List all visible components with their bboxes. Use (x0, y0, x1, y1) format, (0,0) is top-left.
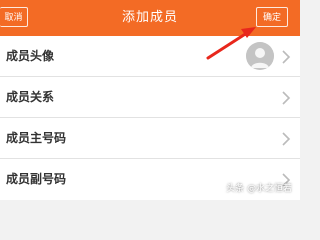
row-label: 成员关系 (6, 90, 55, 104)
row-label: 成员主号码 (6, 131, 67, 145)
avatar (246, 42, 274, 70)
watermark: 头条 @水之恒若 (226, 184, 292, 194)
user-placeholder-icon (246, 42, 274, 70)
row-label: 成员头像 (6, 49, 55, 63)
page-title: 添加成员 (121, 10, 178, 25)
screen: 取消 添加成员 确定 成员头像 成员关系 成员主号码 成员副号码 头条 @水之恒… (0, 0, 300, 200)
row-member-primary-number[interactable]: 成员主号码 (0, 118, 300, 159)
navbar: 取消 添加成员 确定 (0, 0, 300, 36)
row-member-avatar[interactable]: 成员头像 (0, 36, 300, 77)
member-form: 成员头像 成员关系 成员主号码 成员副号码 (0, 36, 300, 200)
chevron-right-icon (282, 132, 291, 146)
row-label: 成员副号码 (6, 172, 67, 186)
confirm-button[interactable]: 确定 (256, 7, 288, 27)
chevron-right-icon (282, 91, 291, 105)
row-member-relation[interactable]: 成员关系 (0, 77, 300, 118)
chevron-right-icon (282, 50, 291, 64)
